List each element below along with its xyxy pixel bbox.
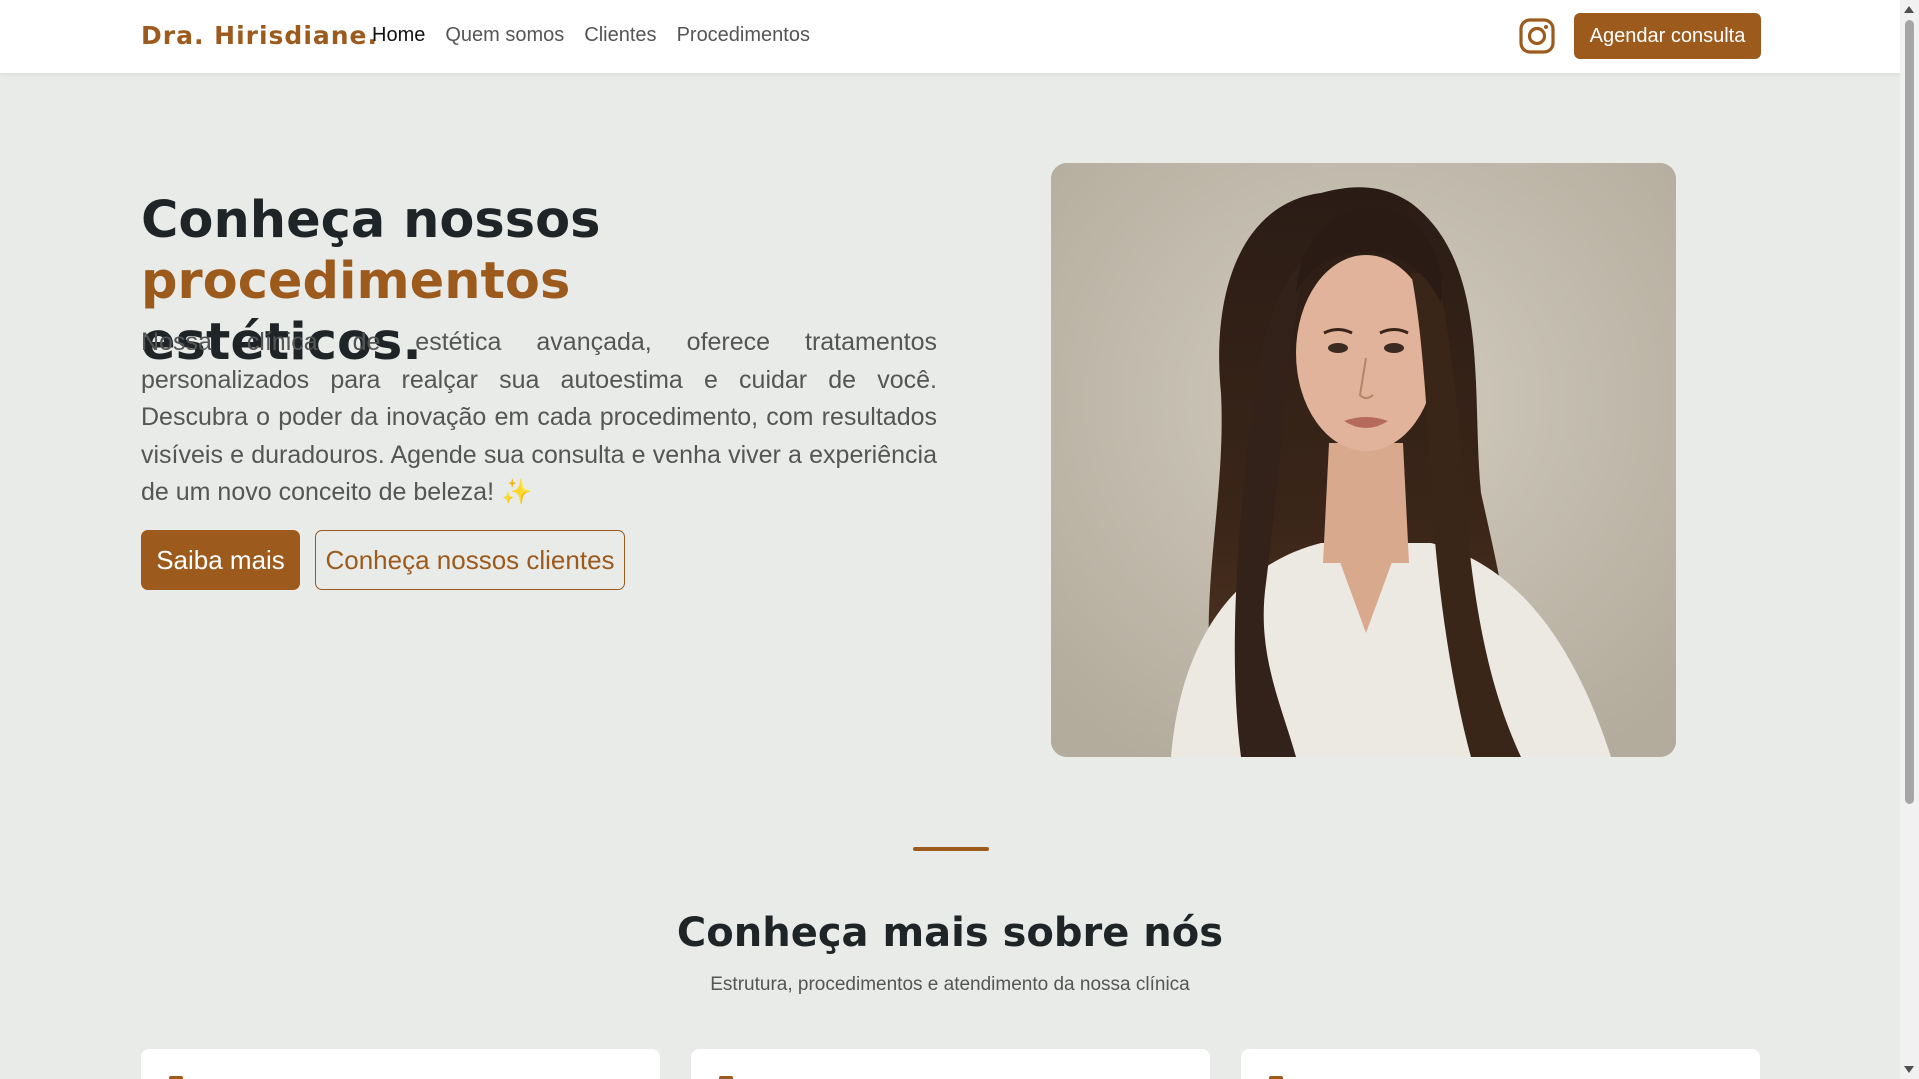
- about-subtitle: Estrutura, procedimentos e atendimento d…: [710, 974, 1190, 995]
- hero-description: Nossa clínica de estética avançada, ofer…: [141, 328, 937, 506]
- section-divider: [913, 847, 989, 851]
- learn-more-button[interactable]: Saiba mais: [141, 530, 300, 590]
- schedule-appointment-button[interactable]: Agendar consulta: [1574, 13, 1761, 59]
- nav-link-home[interactable]: Home: [372, 24, 425, 47]
- nav-link-clientes[interactable]: Clientes: [584, 24, 656, 47]
- doctor-portrait-image: [1051, 163, 1676, 757]
- about-card: [691, 1049, 1210, 1079]
- scroll-up-arrow-icon[interactable]: [1904, 6, 1914, 13]
- nav-link-procedimentos[interactable]: Procedimentos: [677, 24, 810, 47]
- hero-title-start: Conheça nossos: [141, 191, 601, 250]
- scroll-down-arrow-icon[interactable]: [1904, 1066, 1914, 1073]
- nav-links: Home Quem somos Clientes Procedimentos: [372, 24, 810, 47]
- about-card: [1241, 1049, 1760, 1079]
- meet-clients-button[interactable]: Conheça nossos clientes: [315, 530, 625, 590]
- portrait-illustration: [1051, 163, 1676, 757]
- nav-link-quem-somos[interactable]: Quem somos: [445, 24, 564, 47]
- instagram-icon[interactable]: [1518, 17, 1556, 55]
- about-card: [141, 1049, 660, 1079]
- brand-logo[interactable]: Dra. Hirisdiane.: [141, 21, 378, 50]
- about-title: Conheça mais sobre nós: [676, 910, 1224, 956]
- page-scrollbar[interactable]: [1900, 0, 1919, 1079]
- hero-title-accent: procedimentos: [141, 252, 571, 311]
- navbar: Dra. Hirisdiane. Home Quem somos Cliente…: [0, 0, 1900, 73]
- scrollbar-thumb[interactable]: [1905, 20, 1914, 804]
